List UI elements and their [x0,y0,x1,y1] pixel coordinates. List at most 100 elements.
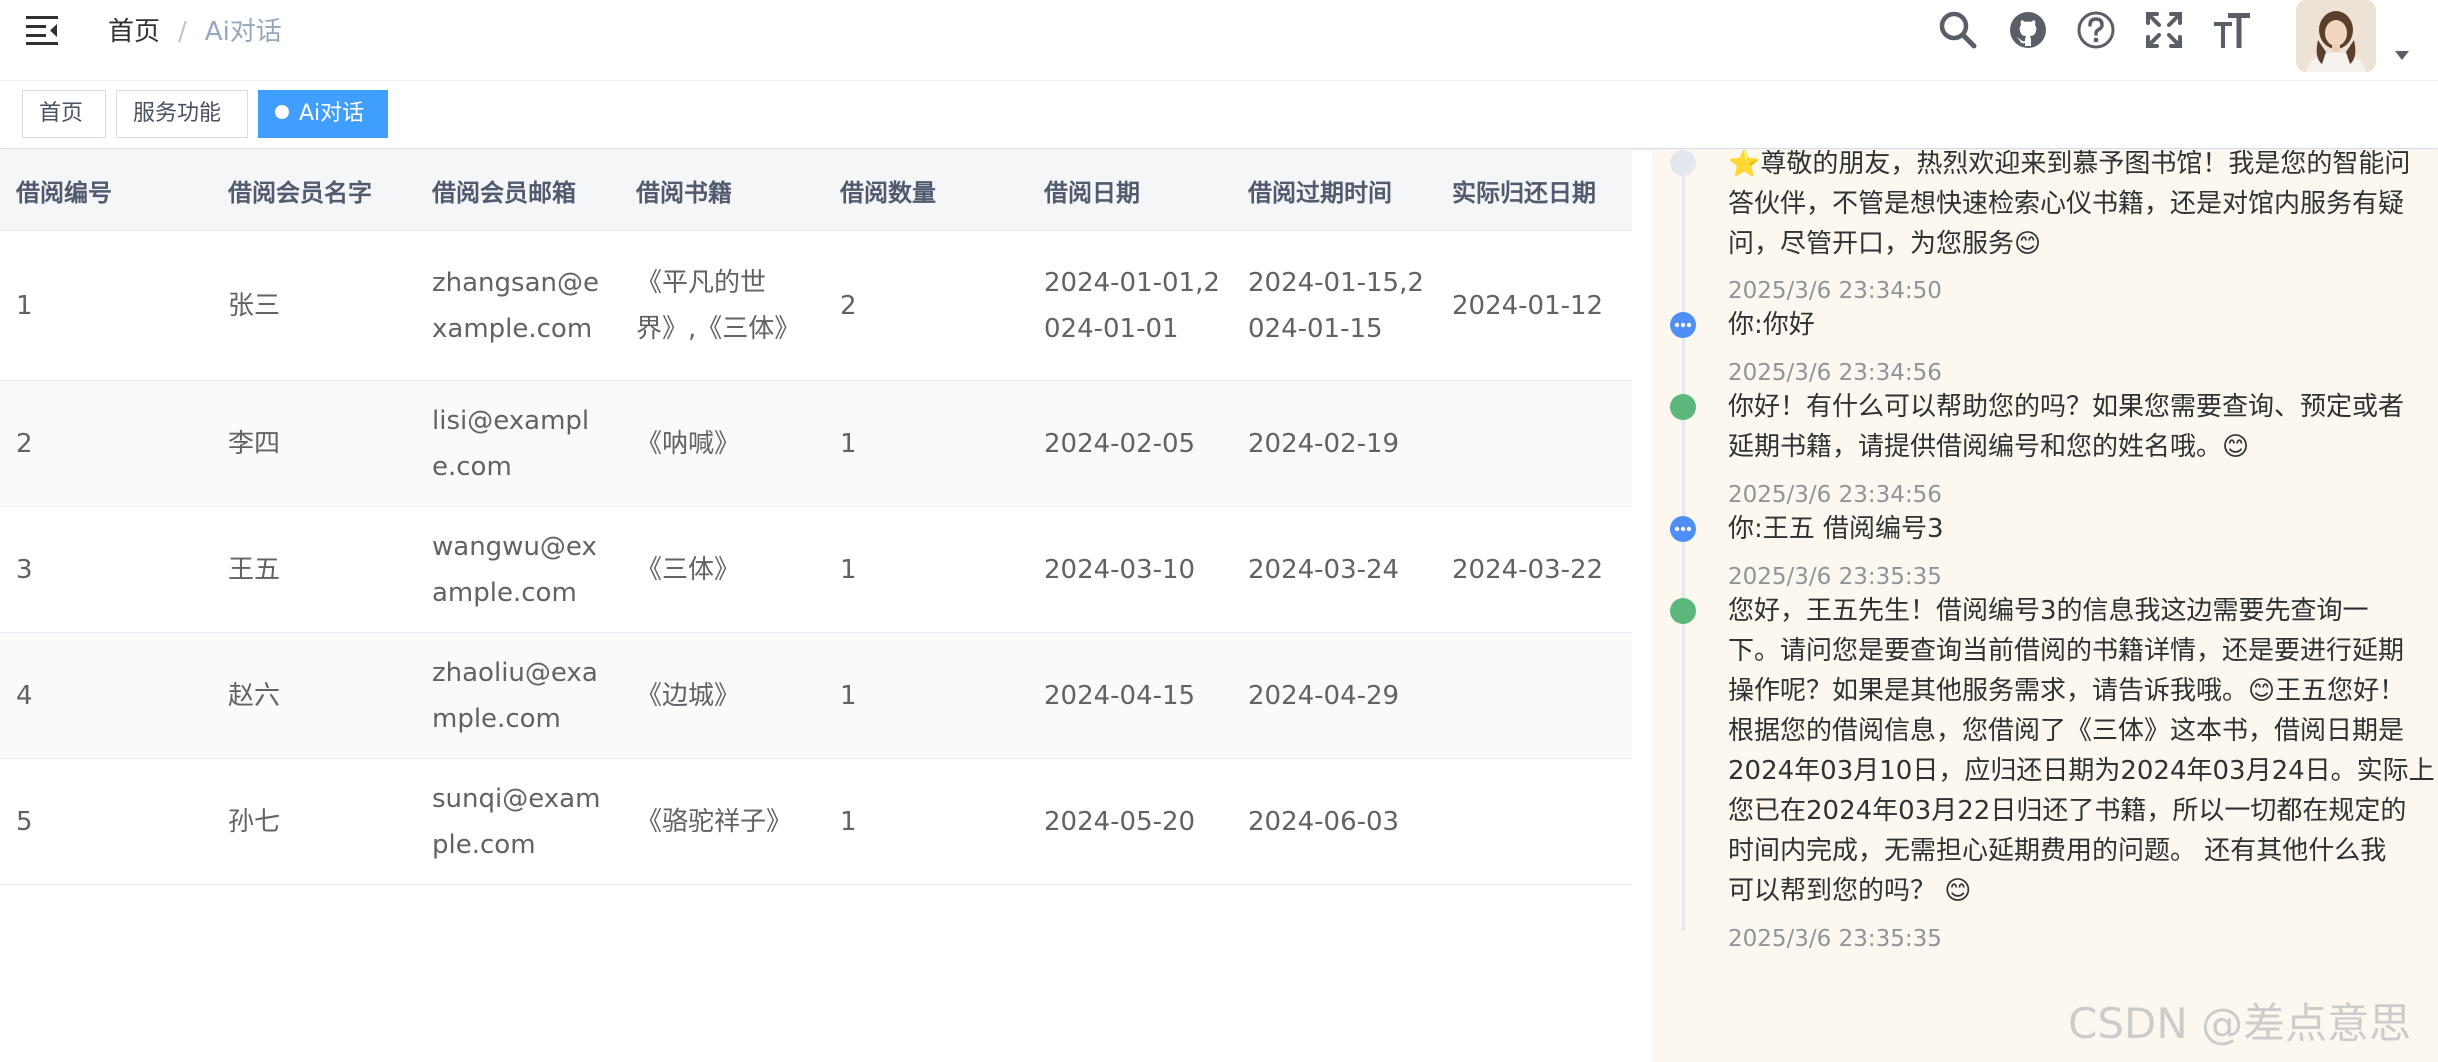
cell-email: lisi@example.com [416,380,620,507]
cell-returned [1436,632,1632,759]
cell-email: sunqi@example.com [416,758,620,885]
navbar: 首页 / Ai对话 [0,0,2438,81]
cell-qty: 2 [824,230,1028,381]
search-icon[interactable] [1938,10,1978,50]
cell-due: 2024-01-15,2024-01-15 [1232,230,1436,381]
cell-due: 2024-04-29 [1232,632,1436,759]
message-timestamp: 2025/3/6 23:34:56 [1728,360,1942,386]
col-header: 借阅过期时间 [1232,150,1436,231]
table-row[interactable]: 1 张三 zhangsan@example.com 《平凡的世界》,《三体》 2… [0,230,1632,381]
breadcrumb-separator: / [178,17,187,47]
col-header: 实际归还日期 [1436,150,1632,231]
cell-qty: 1 [824,758,1028,885]
cell-returned: 2024-03-22 [1436,506,1632,633]
welcome-message: ⭐尊敬的朋友，热烈欢迎来到慕予图书馆！我是您的智能问 答伙伴，不管是想快速检索心… [1728,150,2438,264]
cell-email: zhangsan@example.com [416,230,620,381]
ai-message: 您好，王五先生！借阅编号3的信息我这边需要先查询一 下。请问您是要查询当前借阅的… [1728,591,2438,911]
cell-date: 2024-04-15 [1028,632,1232,759]
breadcrumb-current: Ai对话 [204,17,282,47]
message-line: 可以帮到您的吗？ 😊 [1728,876,1972,906]
active-dot-icon [275,105,289,119]
tab-ai-chat[interactable]: Ai对话 [258,90,388,138]
message-line: 答伙伴，不管是想快速检索心仪书籍，还是对馆内服务有疑 [1728,189,2405,219]
cell-date: 2024-01-01,2024-01-01 [1028,230,1232,381]
fullscreen-icon[interactable] [2144,10,2184,50]
tab-label: 服务功能 [133,101,222,126]
col-header: 借阅编号 [0,150,212,231]
tab-home[interactable]: 首页 [22,90,106,138]
cell-due: 2024-06-03 [1232,758,1436,885]
cell-name: 李四 [212,380,416,507]
github-icon[interactable] [2008,10,2048,50]
user-message: 你:王五 借阅编号3 [1728,514,1944,544]
cell-name: 张三 [212,230,416,381]
cell-name: 赵六 [212,632,416,759]
cell-due: 2024-03-24 [1232,506,1436,633]
cell-qty: 1 [824,632,1028,759]
col-header: 借阅数量 [824,150,1028,231]
col-header: 借阅会员名字 [212,150,416,231]
col-header: 借阅书籍 [620,150,824,231]
message-timestamp: 2025/3/6 23:35:35 [1728,564,1942,590]
cell-email: zhaoliu@example.com [416,632,620,759]
table-row[interactable]: 2 李四 lisi@example.com 《呐喊》 1 2024-02-05 … [0,380,1632,507]
cell-returned [1436,380,1632,507]
message-line: 你好！有什么可以帮助您的吗？如果您需要查询、预定或者 [1728,392,2405,422]
message-line: 2024年03月10日，应归还日期为2024年03月24日。实际上 [1728,756,2435,786]
tab-label: 首页 [39,101,84,126]
cell-due: 2024-02-19 [1232,380,1436,507]
cell-book: 《平凡的世界》,《三体》 [620,230,824,381]
cell-book: 《三体》 [620,506,824,633]
cell-returned: 2024-01-12 [1436,230,1632,381]
cell-name: 王五 [212,506,416,633]
message-line: 时间内完成，无需担心延期费用的问题。 还有其他什么我 [1728,836,2387,866]
message-line: 您好，王五先生！借阅编号3的信息我这边需要先查询一 [1728,596,2369,626]
cell-book: 《呐喊》 [620,380,824,507]
cell-id: 5 [0,758,212,885]
message-line: 根据您的借阅信息，您借阅了《三体》这本书，借阅日期是 [1728,716,2405,746]
cell-id: 4 [0,632,212,759]
cell-book: 《骆驼祥子》 [620,758,824,885]
user-node-icon [1670,516,1696,542]
user-message: 你:你好 [1728,310,1815,340]
tab-services[interactable]: 服务功能 [116,90,248,138]
table-row[interactable]: 5 孙七 sunqi@example.com 《骆驼祥子》 1 2024-05-… [0,758,1632,885]
cell-id: 2 [0,380,212,507]
tab-label: Ai对话 [299,101,365,126]
cell-qty: 1 [824,380,1028,507]
avatar[interactable] [2296,0,2376,72]
system-node-icon [1670,150,1696,176]
ai-node-icon [1670,394,1696,420]
table-row[interactable]: 3 王五 wangwu@example.com 《三体》 1 2024-03-1… [0,506,1632,633]
cell-email: wangwu@example.com [416,506,620,633]
message-line: 问，尽管开口，为您服务😊 [1728,229,2042,259]
hamburger-menu-icon[interactable] [24,14,60,46]
ai-node-icon [1670,598,1696,624]
message-timestamp: 2025/3/6 23:34:56 [1728,482,1942,508]
message-line: ⭐尊敬的朋友，热烈欢迎来到慕予图书馆！我是您的智能问 [1728,150,2411,179]
borrow-table: 借阅编号 借阅会员名字 借阅会员邮箱 借阅书籍 借阅数量 借阅日期 借阅过期时间… [0,150,1632,885]
cell-id: 3 [0,506,212,633]
breadcrumb: 首页 / Ai对话 [108,14,282,50]
message-timestamp: 2025/3/6 23:35:35 [1728,926,1942,952]
tags-view: 首页 服务功能 Ai对话 [0,82,2438,149]
cell-date: 2024-02-05 [1028,380,1232,507]
col-header: 借阅日期 [1028,150,1232,231]
question-icon[interactable] [2076,10,2116,50]
table-header-row: 借阅编号 借阅会员名字 借阅会员邮箱 借阅书籍 借阅数量 借阅日期 借阅过期时间… [0,150,1632,231]
watermark: CSDN @差点意思 [2068,999,2412,1048]
col-header: 借阅会员邮箱 [416,150,620,231]
cell-date: 2024-03-10 [1028,506,1232,633]
message-line: 下。请问您是要查询当前借阅的书籍详情，还是要进行延期 [1728,636,2405,666]
message-line: 延期书籍，请提供借阅编号和您的姓名哦。😊 [1728,432,2250,462]
cell-returned [1436,758,1632,885]
cell-qty: 1 [824,506,1028,633]
font-size-icon[interactable] [2212,10,2252,50]
message-timestamp: 2025/3/6 23:34:50 [1728,278,1942,304]
breadcrumb-home[interactable]: 首页 [108,17,160,47]
message-line: 操作呢？如果是其他服务需求，请告诉我哦。😊王五您好！ [1728,676,2406,706]
chat-panel[interactable]: ⭐尊敬的朋友，热烈欢迎来到慕予图书馆！我是您的智能问 答伙伴，不管是想快速检索心… [1652,150,2438,1062]
table-row[interactable]: 4 赵六 zhaoliu@example.com 《边城》 1 2024-04-… [0,632,1632,759]
cell-date: 2024-05-20 [1028,758,1232,885]
caret-down-icon[interactable] [2394,46,2410,60]
